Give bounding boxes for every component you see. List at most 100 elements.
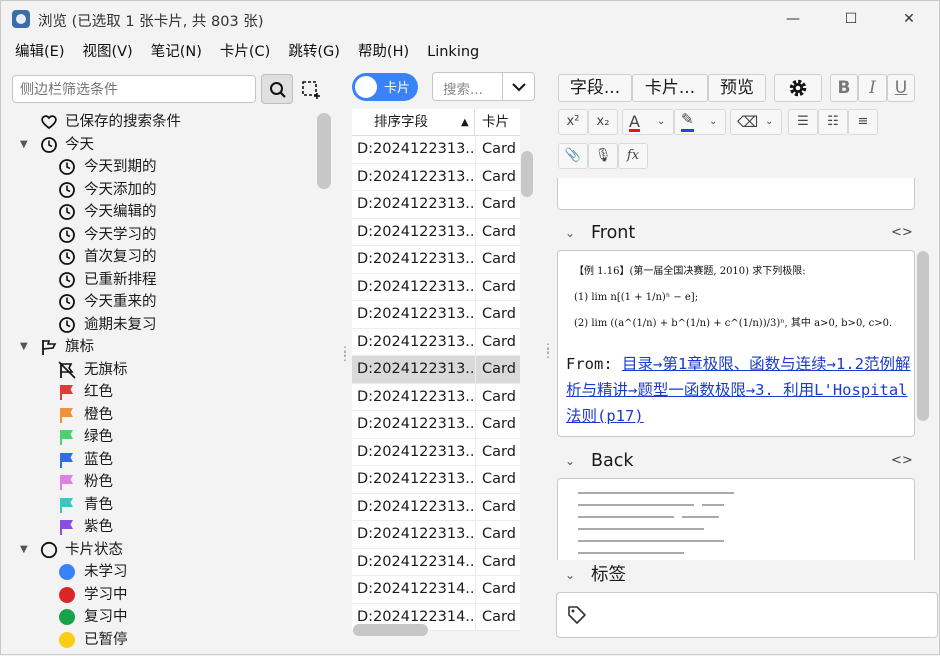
subscript-button[interactable]: x₂ [588, 109, 618, 135]
text-color-button[interactable]: A ⌄ [622, 109, 674, 135]
bullet-list-button[interactable]: ☰ [788, 109, 818, 135]
expand-caret-icon[interactable]: ▼ [20, 134, 32, 156]
expand-caret-icon[interactable]: ▼ [20, 336, 32, 358]
sidebar-tree-item[interactable]: 今天添加的 [1, 179, 321, 202]
sidebar-tree-item[interactable]: 今天重来的 [1, 291, 321, 314]
cards-button[interactable]: 卡片... [632, 74, 708, 102]
front-field-editor[interactable]: 【例 1.16】(第一届全国决赛题, 2010) 求下列极限: (1) lim … [557, 250, 915, 437]
highlight-color-button[interactable]: ✎ ⌄ [674, 109, 726, 135]
table-row[interactable]: D:2024122313... Card [352, 136, 520, 164]
selection-tool-icon[interactable] [301, 80, 321, 100]
sidebar-tree-item[interactable]: ▼ 旗标 [1, 336, 321, 359]
preview-button[interactable]: 预览 [708, 74, 766, 102]
collapse-chevron-icon[interactable]: ⌄ [565, 562, 575, 588]
sidebar-tree-item[interactable]: 未学习 [1, 561, 321, 584]
table-row[interactable]: D:2024122313... Card [352, 493, 520, 521]
underline-button[interactable]: U [887, 74, 915, 102]
menu-go[interactable]: 跳转(G) [288, 39, 340, 65]
html-editor-toggle-icon[interactable]: <> [891, 448, 913, 474]
fields-button[interactable]: 字段... [558, 74, 632, 102]
eraser-button[interactable]: ⌫ ⌄ [730, 109, 782, 135]
table-row[interactable]: D:2024122314... Card [352, 576, 520, 604]
sidebar-tree-item[interactable]: 复习中 [1, 606, 321, 629]
sidebar-tree-item[interactable]: 红色 [1, 381, 321, 404]
sidebar-tree-item[interactable]: 今天学习的 [1, 224, 321, 247]
numbered-list-button[interactable]: ☷ [818, 109, 848, 135]
table-row[interactable]: D:2024122313... Card [352, 383, 520, 411]
sidebar-tree-item[interactable]: 学习中 [1, 584, 321, 607]
maximize-button[interactable]: ☐ [840, 9, 862, 29]
splitter-handle[interactable]: ⋮ ⋮ [339, 345, 351, 365]
menu-cards[interactable]: 卡片(C) [220, 39, 270, 65]
sidebar-tree-item[interactable]: 首次复习的 [1, 246, 321, 269]
close-button[interactable]: ✕ [898, 9, 920, 29]
sidebar-tree-label: 旗标 [65, 339, 94, 355]
sidebar-tree-item[interactable]: 粉色 [1, 471, 321, 494]
table-row[interactable]: D:2024122313... Card [352, 521, 520, 549]
sidebar-tree-item[interactable]: ▼ 卡片状态 [1, 539, 321, 562]
settings-button[interactable] [774, 74, 822, 102]
table-row[interactable]: D:2024122313... Card [352, 301, 520, 329]
menu-edit[interactable]: 编辑(E) [15, 39, 64, 65]
column-header-card[interactable]: 卡片 [476, 109, 520, 136]
html-editor-toggle-icon[interactable]: <> [891, 220, 913, 246]
sidebar-tree-item[interactable]: 紫色 [1, 516, 321, 539]
sidebar-tree-item[interactable]: 绿色 [1, 426, 321, 449]
table-row[interactable]: D:2024122314... Card [352, 548, 520, 576]
table-row[interactable]: D:2024122313... Card [352, 356, 520, 384]
sidebar-search-button[interactable] [261, 74, 293, 104]
table-row[interactable]: D:2024122313... Card [352, 163, 520, 191]
menu-help[interactable]: 帮助(H) [358, 39, 409, 65]
splitter-handle[interactable]: ⋮ ⋮ [542, 342, 554, 362]
sidebar-tree-item[interactable]: 橙色 [1, 404, 321, 427]
sidebar-tree-item[interactable]: 蓝色 [1, 449, 321, 472]
cards-notes-toggle[interactable]: 卡片 [352, 73, 418, 101]
sidebar-tree-item[interactable]: 已暂停 [1, 629, 321, 652]
superscript-button[interactable]: x² [558, 109, 588, 135]
tags-header[interactable]: ⌄ 标签 [557, 562, 937, 588]
sidebar-tree-item[interactable]: 今天到期的 [1, 156, 321, 179]
menu-linking[interactable]: Linking [427, 39, 479, 65]
mathjax-button[interactable]: fx [618, 143, 648, 169]
menu-notes[interactable]: 笔记(N) [151, 39, 202, 65]
column-header-label: 排序字段 [374, 114, 428, 130]
bold-button[interactable]: B [830, 74, 858, 102]
sidebar-tree-item[interactable]: 已重新排程 [1, 269, 321, 292]
record-audio-button[interactable]: 🎙 [588, 143, 618, 169]
card-list-hscrollbar[interactable] [353, 624, 428, 636]
back-field-header[interactable]: ⌄ Back <> [557, 448, 915, 474]
table-row[interactable]: D:2024122313... Card [352, 191, 520, 219]
sidebar-tree-item[interactable]: ▼ 今天 [1, 134, 321, 157]
table-row[interactable]: D:2024122313... Card [352, 411, 520, 439]
table-row[interactable]: D:2024122313... Card [352, 438, 520, 466]
menu-view[interactable]: 视图(V) [82, 39, 132, 65]
card-search-input[interactable]: 搜索... [432, 72, 535, 101]
sidebar-scrollbar[interactable] [317, 113, 331, 189]
attach-button[interactable]: 📎 [558, 143, 588, 169]
table-row[interactable]: D:2024122313... Card [352, 466, 520, 494]
sidebar-tree-item[interactable]: 无旗标 [1, 359, 321, 382]
table-row[interactable]: D:2024122313... Card [352, 273, 520, 301]
previous-field-box[interactable] [557, 178, 915, 210]
sidebar-tree-item[interactable]: 青色 [1, 494, 321, 517]
table-row[interactable]: D:2024122313... Card [352, 246, 520, 274]
align-button[interactable]: ≡ [848, 109, 878, 135]
column-header-sort-field[interactable]: 排序字段 [352, 109, 475, 136]
sidebar-tree-item[interactable]: 逾期未复习 [1, 314, 321, 337]
back-field-editor[interactable] [557, 478, 915, 560]
collapse-chevron-icon[interactable]: ⌄ [565, 220, 575, 246]
editor-scrollbar[interactable] [917, 251, 929, 421]
collapse-chevron-icon[interactable]: ⌄ [565, 448, 575, 474]
tags-input[interactable] [556, 592, 938, 638]
italic-button[interactable]: I [858, 74, 887, 102]
expand-caret-icon[interactable]: ▼ [20, 539, 32, 561]
sidebar-search-input[interactable] [12, 75, 256, 103]
card-list-vscrollbar[interactable] [521, 151, 533, 197]
search-dropdown-button[interactable] [502, 73, 534, 100]
sidebar-tree-item[interactable]: 今天编辑的 [1, 201, 321, 224]
table-row[interactable]: D:2024122313... Card [352, 218, 520, 246]
table-row[interactable]: D:2024122313... Card [352, 328, 520, 356]
front-field-header[interactable]: ⌄ Front <> [557, 220, 915, 246]
sidebar-tree-item[interactable]: 已保存的搜索条件 [1, 111, 321, 134]
minimize-button[interactable]: — [782, 9, 804, 29]
